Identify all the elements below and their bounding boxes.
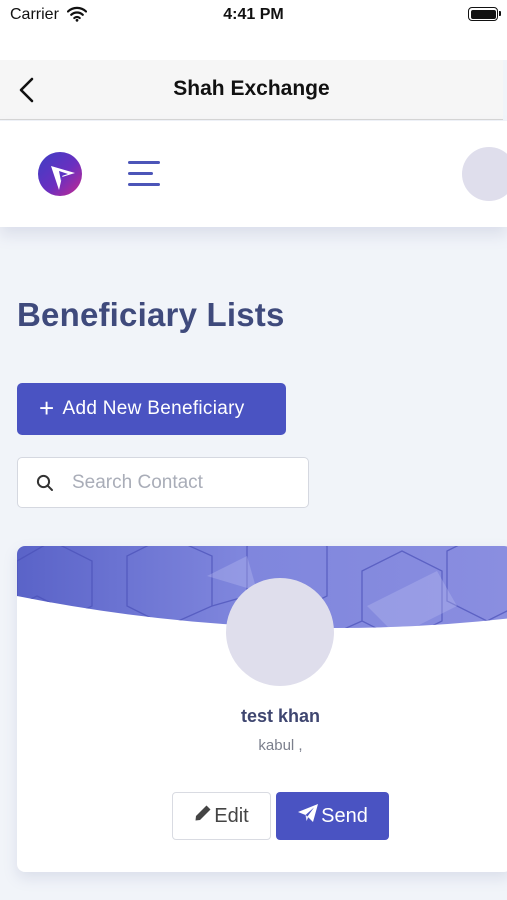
add-beneficiary-button[interactable]: + Add New Beneficiary xyxy=(17,383,286,435)
add-beneficiary-label: Add New Beneficiary xyxy=(62,398,245,419)
page-title: Beneficiary Lists xyxy=(17,296,285,333)
search-icon xyxy=(36,474,54,492)
battery-icon xyxy=(468,7,501,21)
paper-plane-icon xyxy=(297,803,319,829)
edit-button[interactable]: Edit xyxy=(172,792,271,840)
plus-icon: + xyxy=(39,392,55,423)
search-input[interactable] xyxy=(72,468,297,498)
pencil-icon xyxy=(194,804,212,828)
nav-title: Shah Exchange xyxy=(173,77,330,100)
edit-label: Edit xyxy=(214,804,249,827)
beneficiary-location: kabul , xyxy=(258,737,303,754)
send-button[interactable]: Send xyxy=(276,792,389,840)
app-header xyxy=(0,121,507,227)
status-time: 4:41 PM xyxy=(223,6,284,23)
profile-avatar[interactable] xyxy=(462,147,507,201)
search-box xyxy=(17,457,309,508)
beneficiary-card: test khan kabul , Edit Send xyxy=(17,546,507,872)
status-spacer xyxy=(0,30,507,60)
send-label: Send xyxy=(321,804,368,827)
beneficiary-name: test khan xyxy=(240,706,321,726)
status-bar: Carrier 4:41 PM xyxy=(0,0,507,30)
navigation-bar: Shah Exchange xyxy=(0,60,503,120)
beneficiary-avatar xyxy=(226,578,334,686)
hamburger-menu-icon[interactable] xyxy=(128,161,162,187)
app-logo[interactable] xyxy=(37,151,83,197)
